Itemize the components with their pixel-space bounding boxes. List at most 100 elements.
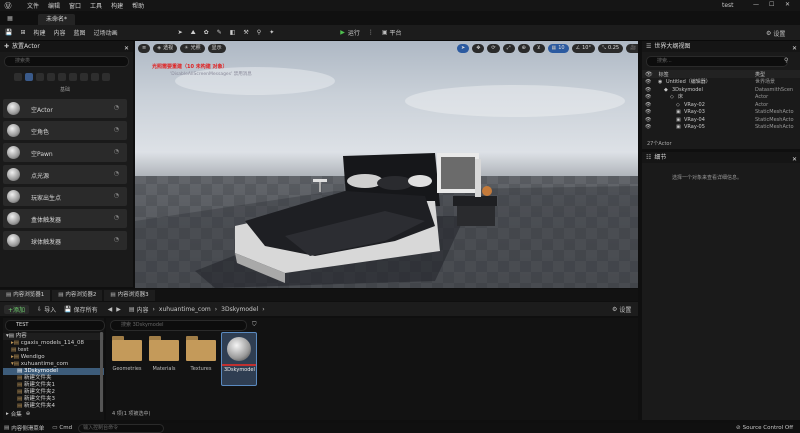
import-button[interactable]: ⇩ 导入 (37, 305, 56, 314)
outliner-row[interactable]: 👁 ◉ Untitled（编辑器） 世界场景 (642, 79, 800, 87)
tree-item[interactable]: ▾▤ 内容 (3, 333, 104, 340)
tree-item-selected[interactable]: ▤ 3Dskymodel (3, 368, 104, 375)
tree-item[interactable]: ▾▤ xuhuantime_com (3, 361, 104, 368)
close-button[interactable]: ✕ (785, 1, 790, 8)
eye-icon[interactable]: 👁 (645, 124, 651, 132)
back-icon[interactable]: ◀ (108, 306, 113, 313)
outliner-row[interactable]: 👁 ▣ VRay-05 StaticMeshActo (642, 124, 800, 132)
category-all-icon[interactable] (91, 73, 99, 81)
mesh-paint-icon[interactable]: ✎ (217, 29, 222, 36)
tree-item[interactable]: ▤ test (3, 347, 104, 354)
options-icon[interactable]: ◔ (114, 192, 119, 199)
actor-item-sphere-trigger[interactable]: 球体触发器 ◔ (3, 231, 127, 250)
outliner-search[interactable]: 搜索... (646, 56, 788, 67)
eye-icon[interactable]: 👁 (645, 102, 651, 110)
perspective-button[interactable]: ◈ 透视 (153, 44, 178, 53)
blueprint-button[interactable]: 蓝图 (74, 28, 86, 37)
options-icon[interactable]: ◔ (114, 104, 119, 111)
lit-button[interactable]: ☀ 光照 (180, 44, 205, 53)
eye-icon[interactable]: 👁 (645, 79, 651, 87)
viewport-options-icon[interactable]: ≡ (138, 44, 151, 53)
select-tool-icon[interactable]: ➤ (457, 44, 470, 53)
actor-item-point-light[interactable]: 点光源 ◔ (3, 165, 127, 184)
menu-window[interactable]: 窗口 (69, 1, 81, 10)
world-space-icon[interactable]: ⊕ (517, 44, 530, 53)
play-options-icon[interactable]: ⋮ (368, 29, 374, 36)
outliner-row[interactable]: 👁 ▣ VRay-03 StaticMeshActo (642, 109, 800, 117)
tree-scrollbar[interactable] (100, 332, 103, 412)
asset-folder-geometries[interactable] (112, 336, 142, 361)
content-settings-button[interactable]: ⚙ 设置 (612, 305, 631, 314)
eye-icon[interactable]: 👁 (645, 109, 651, 117)
actor-item-empty-pawn[interactable]: 空Pawn ◔ (3, 143, 127, 162)
modeling-icon[interactable]: ◧ (230, 29, 236, 36)
breadcrumb-item[interactable]: xuhuantime_com (159, 306, 211, 313)
category-visual-icon[interactable] (69, 73, 77, 81)
options-icon[interactable]: ◔ (114, 170, 119, 177)
tab-content-browser-1[interactable]: ▤ 内容浏览器1 (0, 289, 51, 301)
column-type[interactable]: 类型 (755, 71, 765, 78)
menu-build[interactable]: 构建 (111, 1, 123, 10)
category-volumes-icon[interactable] (80, 73, 88, 81)
outliner-filter-icon[interactable]: ⚲ (784, 57, 788, 64)
tree-item[interactable]: ▤ 新建文件夹4 (3, 403, 104, 410)
category-basic-icon[interactable] (25, 73, 33, 81)
foliage-icon[interactable]: ✿ (204, 29, 209, 36)
add-collection-icon[interactable]: ⊕ (26, 411, 31, 417)
cinematics-button[interactable]: 过场动画 (94, 28, 118, 37)
menu-tools[interactable]: 工具 (90, 1, 102, 10)
menu-file[interactable]: 文件 (27, 1, 39, 10)
save-all-button[interactable]: 💾 保存所有 (64, 305, 98, 314)
asset-datasmith-scene[interactable]: 3Dskymodel (221, 332, 257, 386)
eye-icon[interactable]: 👁 (645, 87, 651, 95)
category-shapes-icon[interactable] (47, 73, 55, 81)
actor-item-empty-actor[interactable]: 空Actor ◔ (3, 99, 127, 118)
save-icon[interactable]: 💾 (5, 29, 12, 36)
build-button[interactable]: 构建 (34, 28, 46, 37)
tree-item[interactable]: ▤ 新建文件夹2 (3, 389, 104, 396)
category-lights-icon[interactable] (36, 73, 44, 81)
surface-snap-icon[interactable]: ⊻ (532, 44, 545, 53)
fracture-icon[interactable]: ⚒ (243, 29, 248, 36)
scale-tool-icon[interactable]: ⤢ (502, 44, 515, 53)
angle-snap-button[interactable]: ∠ 10° (571, 44, 595, 53)
show-button[interactable]: 显示 (207, 44, 226, 53)
menu-edit[interactable]: 编辑 (48, 1, 60, 10)
forward-icon[interactable]: ▶ (116, 306, 121, 313)
eye-icon[interactable]: 👁 (645, 94, 651, 102)
cmd-button[interactable]: ▭ Cmd (52, 425, 72, 431)
outliner-row[interactable]: 👁 ◇ 床 Actor (642, 94, 800, 102)
settings-button[interactable]: ⚙ 设置 (766, 29, 785, 38)
tree-item[interactable]: ▸▤ cgaxis_models_114_08 (3, 340, 104, 347)
source-control-button[interactable]: ⊘ Source Control Off (736, 425, 793, 431)
asset-search[interactable]: 搜索 3Dskymodel (110, 320, 247, 331)
collections-section[interactable]: ▸ 合集 ⊕ (6, 410, 30, 418)
options-icon[interactable]: ◔ (114, 148, 119, 155)
outliner-row[interactable]: 👁 ◆ 3Dskymodel DatasmithScen (642, 87, 800, 95)
content-button[interactable]: 内容 (54, 28, 66, 37)
scale-snap-button[interactable]: ⤡ 0.25 (597, 44, 624, 53)
content-drawer-button[interactable]: ▤ 内容侧滑菜单 (4, 424, 44, 432)
category-more-icon[interactable] (102, 73, 110, 81)
tool-icon[interactable]: ✦ (269, 29, 274, 36)
actor-item-empty-character[interactable]: 空角色 ◔ (3, 121, 127, 140)
column-label[interactable]: 标签 (659, 71, 669, 78)
minimize-button[interactable]: — (753, 1, 759, 8)
category-cinematic-icon[interactable] (58, 73, 66, 81)
grid-snap-button[interactable]: ▦ 10 (547, 44, 569, 53)
options-icon[interactable]: ◔ (114, 214, 119, 221)
options-icon[interactable]: ◔ (114, 236, 119, 243)
camera-speed-button[interactable]: 🎥 4 (626, 44, 638, 53)
breadcrumb-item[interactable]: 3Dskymodel (221, 306, 258, 313)
modes-icon[interactable]: ⊞ (20, 29, 25, 36)
level-tab[interactable]: 未命名* (38, 14, 76, 25)
breadcrumb-item[interactable]: 内容 (137, 305, 149, 314)
add-button[interactable]: +添加 (4, 304, 30, 314)
play-button[interactable]: ▶ 运行 (340, 28, 360, 37)
tree-item[interactable]: ▤ 新建文件夹3 (3, 396, 104, 403)
rotate-tool-icon[interactable]: ⟳ (487, 44, 500, 53)
outliner-row[interactable]: 👁 ◇ VRay-02 Actor (642, 102, 800, 110)
tree-item[interactable]: ▤ 新建文件夹 (3, 375, 104, 382)
tree-item[interactable]: ▤ 新建文件夹1 (3, 382, 104, 389)
filter-icon[interactable]: ⛉ (252, 321, 257, 329)
